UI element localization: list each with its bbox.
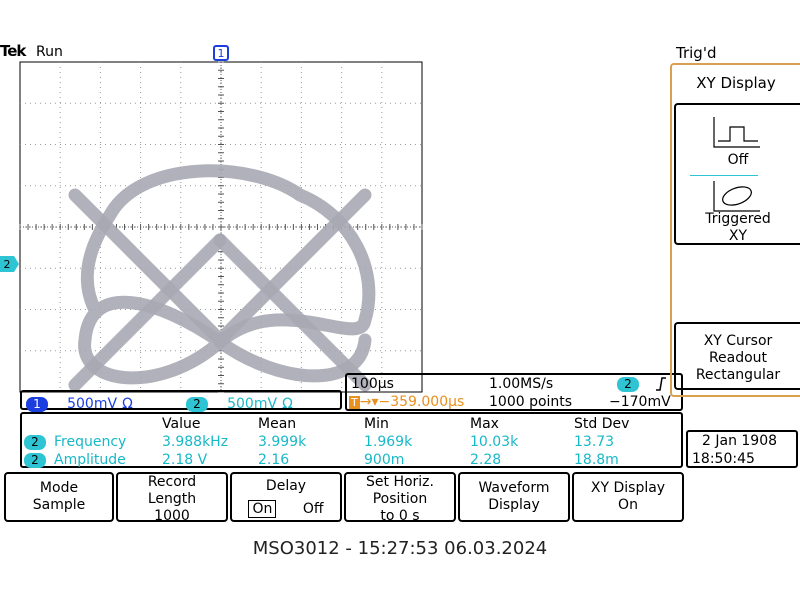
- set-horiz-position-softkey[interactable]: Set Horiz. Position to 0 s: [344, 472, 456, 524]
- table-row: 2 Amplitude 2.18 V 2.16 900m 2.28 18.8m: [24, 451, 674, 469]
- date: 2 Jan 1908: [702, 433, 778, 449]
- record-length-softkey[interactable]: Record Length 1000: [116, 472, 228, 524]
- time: 18:50:45: [692, 451, 755, 467]
- channel-scale-bar: 1 500mV Ω 2 500mV Ω: [20, 390, 342, 412]
- col-header-std-dev: Std Dev: [574, 416, 630, 432]
- trigger-level: −170mV: [609, 394, 671, 410]
- measurements-panel: Value Mean Min Max Std Dev 2 Frequency 3…: [20, 412, 683, 468]
- ch1-coupling-icon: Ω: [122, 396, 133, 412]
- meas-std-dev: 13.73: [574, 434, 615, 450]
- ch1-badge: 1: [26, 397, 48, 412]
- sample-rate: 1.00MS/s: [489, 376, 554, 392]
- triggered-xy-option[interactable]: Triggered XY: [676, 177, 800, 245]
- ch2-scale[interactable]: 2 500mV Ω: [186, 393, 293, 412]
- col-header-value: Value: [162, 416, 201, 432]
- mode-softkey[interactable]: Mode Sample: [4, 472, 114, 522]
- col-header-min: Min: [364, 416, 389, 432]
- xy-cursor-readout-button[interactable]: XY Cursor Readout Rectangular: [674, 322, 800, 390]
- trigger-position: T →▾−359.000µs: [349, 394, 465, 410]
- square-pulse-icon: [713, 117, 760, 148]
- side-menu-title: XY Display: [696, 74, 776, 92]
- xy-display-graticule: 1 2: [0, 45, 423, 393]
- svg-text:1: 1: [218, 47, 225, 60]
- triggered-xy-label: Triggered XY: [705, 211, 771, 244]
- xy-cursor-label: XY Cursor Readout Rectangular: [695, 333, 781, 383]
- meas-min: 900m: [364, 452, 405, 468]
- meas-name: Amplitude: [54, 452, 126, 468]
- delay-softkey[interactable]: Delay On Off: [230, 472, 342, 522]
- ch1-top-marker: 1: [213, 45, 229, 61]
- meas-min: 1.969k: [364, 434, 413, 450]
- meas-mean: 3.999k: [258, 434, 307, 450]
- ch2-badge: 2: [186, 397, 208, 412]
- table-row: 2 Frequency 3.988kHz 3.999k 1.969k 10.03…: [24, 433, 674, 451]
- delay-off-option[interactable]: Off: [303, 501, 324, 517]
- time-per-div: 100µs: [351, 376, 394, 392]
- xy-off-option[interactable]: Off: [676, 105, 800, 175]
- record-points: 1000 points: [489, 394, 573, 410]
- timebase-readout: 100µs 1.00MS/s 2 T →▾−359.000µs 1000 poin…: [345, 373, 683, 411]
- ch1-volts-div: 500mV: [67, 396, 118, 412]
- meas-mean: 2.16: [258, 452, 290, 468]
- meas-max: 2.28: [470, 452, 502, 468]
- ch2-left-marker: 2: [0, 256, 19, 272]
- ellipse-xy-icon: [713, 181, 760, 212]
- waveform-display-softkey[interactable]: Waveform Display: [458, 472, 570, 522]
- ch2-coupling-icon: Ω: [282, 396, 293, 412]
- rising-edge-icon: [656, 377, 666, 391]
- ch2-badge: 2: [24, 435, 46, 450]
- svg-text:2: 2: [4, 258, 11, 271]
- meas-max: 10.03k: [470, 434, 519, 450]
- trigger-t-icon: T: [349, 396, 360, 409]
- meas-std-dev: 18.8m: [574, 452, 619, 468]
- device-caption: MSO3012 - 15:27:53 06.03.2024: [252, 538, 548, 559]
- meas-value: 2.18 V: [162, 452, 208, 468]
- xy-mode-group: Off Triggered XY: [674, 103, 800, 245]
- col-header-max: Max: [470, 416, 499, 432]
- datetime-box: 2 Jan 1908 18:50:45: [686, 430, 798, 468]
- meas-name: Frequency: [54, 434, 127, 450]
- trigger-status: Trig'd: [676, 44, 717, 62]
- trigger-source-badge: 2: [617, 377, 639, 392]
- xy-off-label: Off: [727, 152, 749, 168]
- ch1-scale[interactable]: 1 500mV Ω: [26, 393, 133, 412]
- ch2-badge: 2: [24, 453, 46, 468]
- option-divider: [690, 175, 758, 176]
- meas-value: 3.988kHz: [162, 434, 229, 450]
- delay-on-option[interactable]: On: [248, 500, 277, 518]
- ch2-volts-div: 500mV: [227, 396, 278, 412]
- xy-display-softkey[interactable]: XY Display On: [572, 472, 684, 522]
- col-header-mean: Mean: [258, 416, 297, 432]
